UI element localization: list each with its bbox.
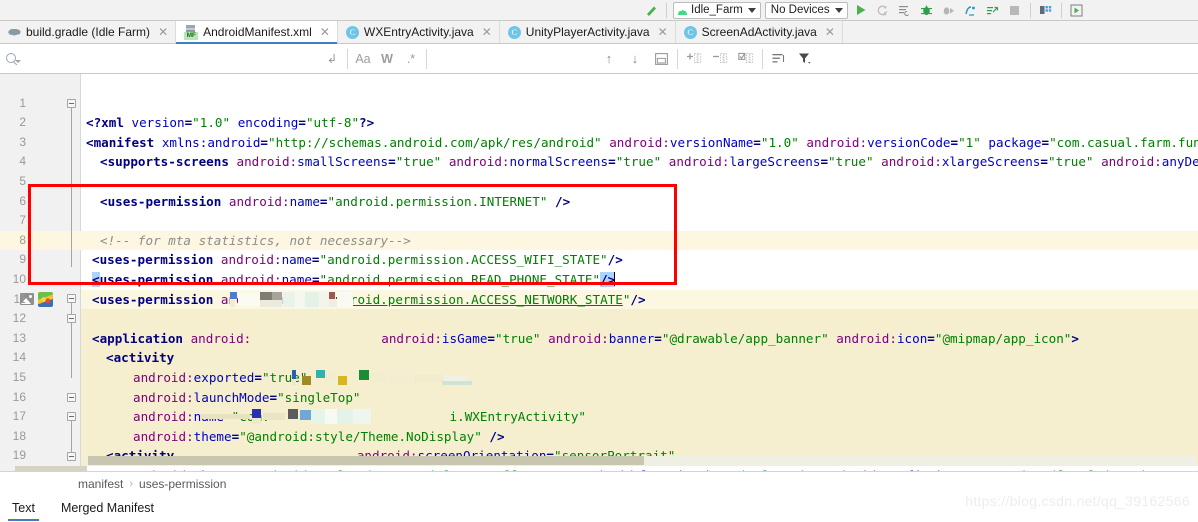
find-field-container: ↲ Aa W .*	[0, 44, 430, 74]
tab-wxentryactivity[interactable]: C WXEntryActivity.java ✕	[338, 21, 500, 43]
android-studio-window: Idle_Farm No Devices A build.gradle (Idl…	[0, 0, 1198, 522]
tab-android-manifest[interactable]: AndroidManifest.xml ✕	[176, 21, 338, 44]
redaction-mosaic	[200, 409, 390, 425]
run-toolbar: Idle_Farm No Devices A	[0, 0, 1198, 21]
redaction-mosaic	[230, 291, 365, 307]
attach-debugger-button[interactable]	[938, 1, 960, 20]
editor-tab-bar: build.gradle (Idle Farm) ✕ AndroidManife…	[0, 21, 1198, 44]
tab-screenadactivity[interactable]: C ScreenAdActivity.java ✕	[676, 21, 843, 43]
select-row-button[interactable]	[733, 48, 759, 70]
move-down-button[interactable]: ↓	[622, 48, 648, 70]
horizontal-scrollbar-thumb[interactable]	[88, 456, 644, 465]
manifest-file-icon	[184, 25, 199, 40]
code-line[interactable]: 12 <application android: android:isGame="…	[0, 290, 1198, 346]
run-with-coverage-button[interactable]	[894, 1, 916, 20]
code-line[interactable]: 14 android:exported="true"	[0, 329, 1198, 385]
tab-label: ScreenAdActivity.java	[701, 25, 817, 39]
close-icon[interactable]: ✕	[825, 26, 835, 38]
code-line[interactable]: 9 <uses-permission android:name="android…	[0, 231, 1198, 287]
run-configuration-label: Idle_Farm	[691, 3, 743, 16]
code-line[interactable]: 16 android:name="com.i.WXEntryActivity"	[0, 368, 1198, 424]
android-icon	[677, 6, 688, 15]
code-line[interactable]: 5 <uses-permission android:name="android…	[0, 152, 1198, 209]
code-line[interactable]: 8 <uses-permission android:name="android…	[0, 211, 1198, 268]
apply-changes-button[interactable]: A	[872, 1, 894, 20]
search-input[interactable]	[22, 47, 320, 70]
code-line[interactable]: 2 <manifest xmlns:android="http://schema…	[0, 94, 1198, 150]
close-icon[interactable]: ✕	[158, 26, 168, 38]
regex-replace-toggle[interactable]: ↲	[320, 48, 344, 70]
make-project-icon[interactable]	[640, 1, 662, 20]
search-icon[interactable]	[4, 50, 22, 68]
code-line[interactable]: 19 android:theme="@android:style/Theme.N…	[0, 427, 1198, 471]
add-row-button[interactable]	[681, 48, 707, 70]
close-icon[interactable]: ✕	[482, 26, 492, 38]
code-line[interactable]: 3 <supports-screens android:smallScreens…	[0, 113, 1198, 170]
toolbar-divider-3	[1060, 2, 1062, 18]
redaction-mosaic	[292, 370, 482, 385]
java-class-icon: C	[345, 25, 359, 39]
sort-button[interactable]	[766, 48, 792, 70]
code-line[interactable]: 10 <uses-permission android:name="androi…	[0, 250, 1198, 307]
tab-label: build.gradle (Idle Farm)	[26, 25, 151, 39]
device-selector[interactable]: No Devices	[764, 1, 848, 19]
chevron-right-icon: ›	[129, 477, 134, 490]
tab-text[interactable]: Text	[8, 496, 39, 521]
divider	[677, 48, 678, 69]
code-line[interactable]: 15 android:launchMode="singleTop"	[0, 348, 1198, 405]
code-editor[interactable]: 1 <?xml version="1.0" encoding="utf-8"?>…	[0, 74, 1198, 471]
table-toolbar: ↑ ↓	[596, 44, 1198, 74]
tab-build-gradle[interactable]: build.gradle (Idle Farm) ✕	[0, 21, 177, 43]
code-line[interactable]: 18 <activity android:screenOrientation="…	[0, 407, 1198, 463]
avd-manager-button[interactable]	[1066, 1, 1088, 20]
code-line[interactable]: 1 <?xml version="1.0" encoding="utf-8"?>	[0, 74, 1198, 131]
code-line[interactable]: 6	[0, 172, 1198, 208]
remove-row-button[interactable]	[707, 48, 733, 70]
chevron-down-icon	[747, 7, 756, 13]
code-line[interactable]: 4	[0, 133, 1198, 168]
words-toggle[interactable]: W	[375, 48, 399, 70]
tab-label: AndroidManifest.xml	[203, 25, 312, 39]
run-configuration-selector[interactable]: Idle_Farm	[673, 1, 761, 19]
code-line[interactable]: 17 android:theme="@android:style/Theme.N…	[0, 388, 1198, 444]
debug-button[interactable]	[916, 1, 938, 20]
run-anything-button[interactable]	[982, 1, 1004, 20]
gradle-icon	[8, 26, 21, 39]
java-class-icon: C	[683, 25, 697, 39]
toolbar-divider-2	[1029, 2, 1031, 18]
profile-button[interactable]	[960, 1, 982, 20]
run-button[interactable]	[850, 1, 872, 20]
breadcrumb-item-uses-permission[interactable]: uses-permission	[139, 477, 226, 491]
move-up-button[interactable]: ↑	[596, 48, 622, 70]
regex-toggle[interactable]: .*	[399, 48, 423, 70]
divider	[347, 48, 348, 69]
code-line[interactable]: 13 <activity	[0, 309, 1198, 366]
tab-unityplayeractivity[interactable]: C UnityPlayerActivity.java ✕	[500, 21, 676, 43]
stop-button[interactable]	[1004, 1, 1026, 20]
java-class-icon: C	[507, 25, 521, 39]
close-icon[interactable]: ✕	[320, 26, 330, 38]
code-line[interactable]: 7 <!-- for mta statistics, not necessary…	[0, 192, 1198, 248]
find-options: ↲ Aa W .*	[320, 44, 423, 74]
match-case-toggle[interactable]: Aa	[351, 48, 375, 70]
chevron-down-icon	[834, 7, 843, 13]
code-line[interactable]: 11	[0, 270, 1198, 306]
tab-label: UnityPlayerActivity.java	[525, 25, 650, 39]
find-bar: ↲ Aa W .* ↑ ↓	[0, 44, 1198, 74]
expand-panel-button[interactable]	[648, 48, 674, 70]
divider	[762, 48, 763, 69]
toolbar-divider	[666, 2, 667, 18]
divider	[426, 48, 427, 69]
close-icon[interactable]: ✕	[658, 26, 668, 38]
tab-merged-manifest[interactable]: Merged Manifest	[59, 496, 156, 521]
watermark: https://blog.csdn.net/qq_39162566	[965, 493, 1190, 509]
filter-button[interactable]	[792, 48, 818, 70]
sdk-manager-button[interactable]	[1035, 1, 1057, 20]
device-label: No Devices	[770, 3, 830, 16]
breadcrumb-item-manifest[interactable]: manifest	[78, 477, 123, 491]
breadcrumb: manifest › uses-permission	[0, 471, 1198, 495]
tab-label: WXEntryActivity.java	[363, 25, 474, 39]
